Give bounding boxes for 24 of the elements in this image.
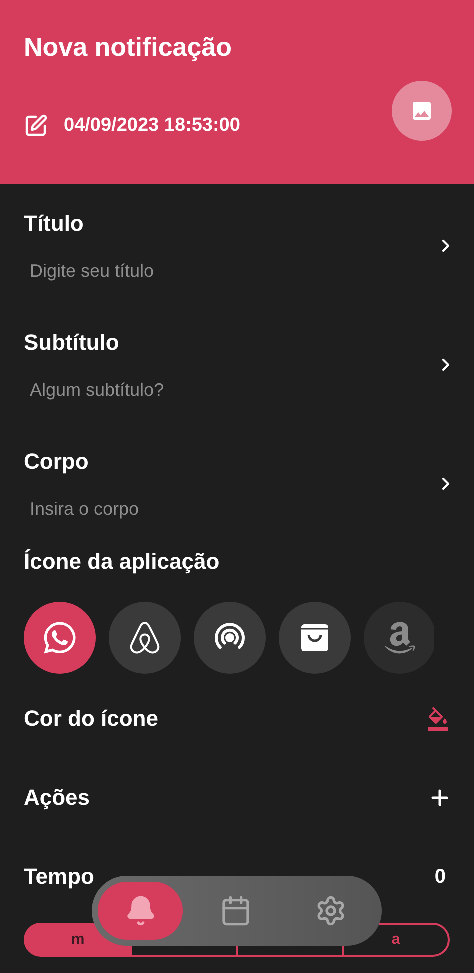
nav-tab[interactable] — [98, 882, 183, 940]
field-label: Corpo — [24, 448, 90, 476]
field-row[interactable]: Corpo Insira o corpo — [24, 422, 450, 541]
edit-icon[interactable] — [24, 114, 48, 138]
time-label: Tempo — [24, 863, 94, 891]
page-title: Nova notificação — [24, 31, 232, 64]
field-label: Título — [24, 210, 85, 238]
paint-bucket-icon[interactable] — [426, 706, 450, 730]
chat-phone-icon — [42, 620, 78, 656]
icon-color-label: Cor do ícone — [24, 705, 158, 733]
field-row[interactable]: Subtítulo Algum subtítulo? — [24, 303, 450, 422]
image-icon — [410, 99, 434, 123]
actions-label: Ações — [24, 784, 90, 812]
time-value: 0 — [434, 864, 446, 890]
date-time: 04/09/2023 18:53:00 — [64, 114, 240, 138]
field-row[interactable]: Título Digite seu título — [24, 184, 450, 303]
calendar-icon — [220, 895, 252, 927]
bell-icon — [124, 895, 156, 927]
section-title: Ícone da aplicação — [24, 549, 220, 574]
input-field[interactable]: Algum subtítulo? — [24, 376, 364, 404]
input-field[interactable]: Digite seu título — [24, 258, 364, 284]
field-label: Subtítulo — [24, 328, 120, 356]
letter-a-icon — [382, 620, 418, 656]
input-field[interactable]: Insira o corpo — [24, 496, 364, 522]
